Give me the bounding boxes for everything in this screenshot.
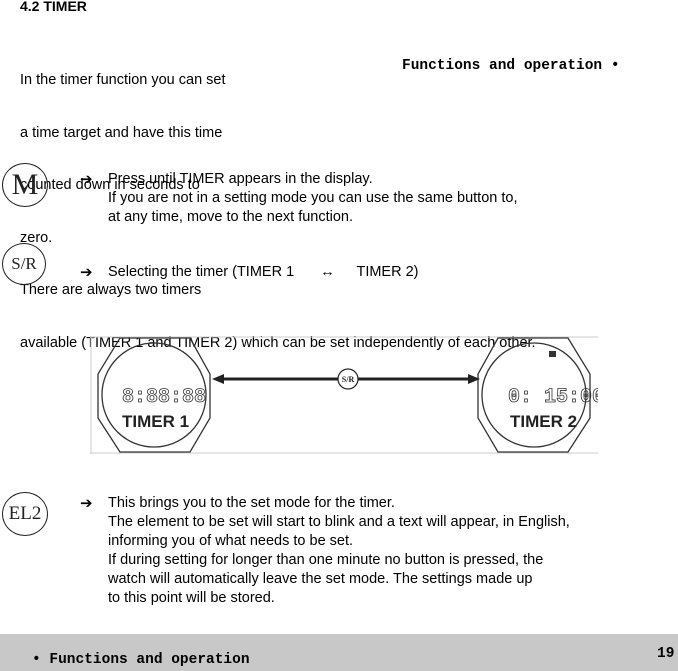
step-3-text: This brings you to the set mode for the …	[108, 495, 570, 606]
alarm-indicator-icon	[549, 351, 556, 357]
double-arrow-icon: ↔	[320, 264, 335, 280]
sr-button-icon: S/R	[2, 243, 46, 285]
page-number: 19	[657, 646, 675, 662]
step-1-text: Press until TIMER appears in the display…	[108, 171, 518, 225]
watch-timer-1: 8:88:88 TIMER 1	[97, 337, 211, 453]
watch1-display: 8:88:88	[122, 386, 206, 409]
section-title: 4.2 TIMER	[20, 0, 87, 14]
timer-diagram-svg: 8:88:88 TIMER 1 0: 15:00 TIMER 2 S/R	[90, 336, 604, 454]
arrow-left-head	[212, 374, 224, 384]
page-header: Functions and operation •	[402, 58, 620, 74]
watch1-label: TIMER 1	[122, 412, 189, 431]
footer-section: • Functions and operation	[32, 652, 250, 668]
arrow-right-icon: ➔	[80, 264, 93, 281]
watch-timer-2: 0: 15:00 TIMER 2	[477, 337, 604, 453]
watch2-display: 0: 15:00	[508, 386, 598, 409]
watch2-label: TIMER 2	[510, 412, 577, 431]
arrow-right-icon: ➔	[80, 495, 93, 512]
step-2-text: Selecting the timer (TIMER 1 ↔ TIMER 2)	[108, 264, 419, 280]
el2-button-icon: EL2	[2, 492, 48, 536]
svg-text:S/R: S/R	[342, 375, 355, 384]
arrow-right-icon: ➔	[80, 171, 93, 188]
m-button-icon: M	[2, 163, 48, 207]
timer-diagram: 8:88:88 TIMER 1 0: 15:00 TIMER 2 S/R	[90, 336, 604, 454]
